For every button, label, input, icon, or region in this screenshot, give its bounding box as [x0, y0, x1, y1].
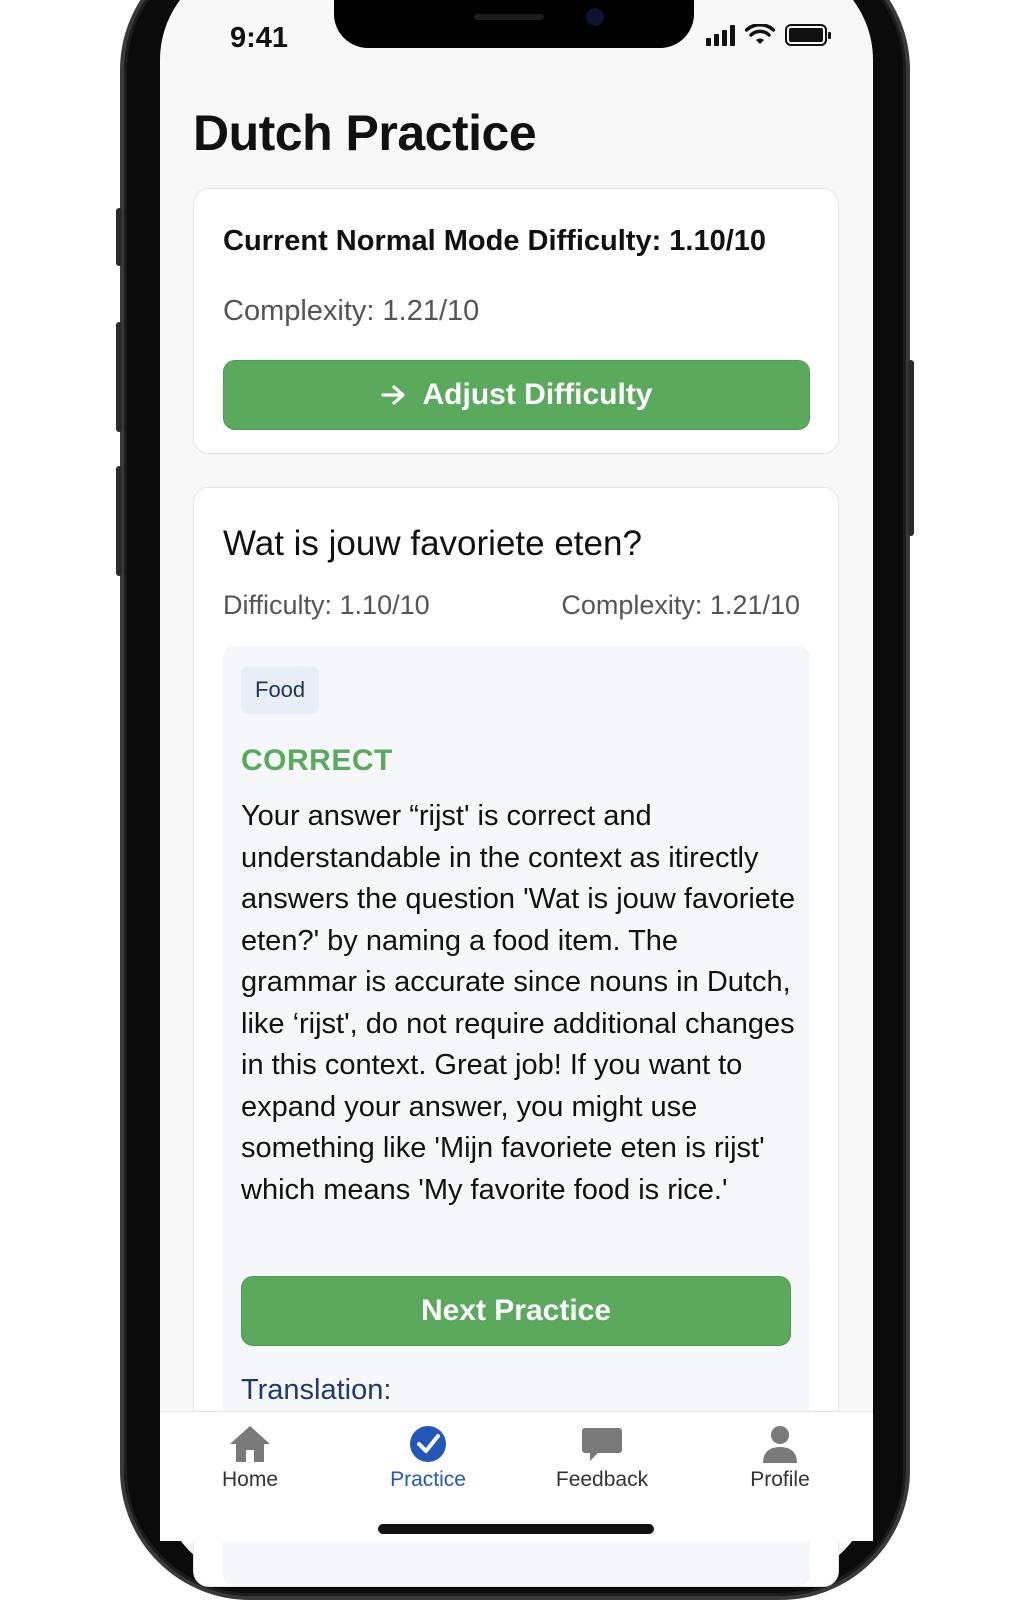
page-title: Dutch Practice: [193, 105, 537, 161]
battery-icon: [785, 24, 831, 46]
volume-down-button: [116, 466, 122, 576]
notch: [334, 0, 694, 48]
verdict-label: CORRECT: [241, 744, 393, 777]
tab-home-label: Home: [221, 1468, 279, 1491]
tab-practice[interactable]: Practice: [358, 1424, 498, 1492]
tab-feedback[interactable]: Feedback: [532, 1424, 672, 1492]
status-time: 9:41: [230, 22, 289, 54]
tab-feedback-label: Feedback: [555, 1468, 649, 1491]
check-circle-icon: [410, 1426, 446, 1462]
category-tag: Food: [241, 666, 320, 714]
complexity-value: Complexity: 1.21/10: [223, 295, 480, 327]
volume-up-button: [116, 322, 122, 432]
tab-profile-label: Profile: [750, 1468, 810, 1491]
difficulty-card: Current Normal Mode Difficulty: 1.10/10 …: [193, 188, 839, 454]
person-icon: [763, 1426, 797, 1463]
front-camera: [586, 8, 604, 26]
question-text: Wat is jouw favoriete eten?: [223, 524, 642, 563]
tab-bar: Home Practice Feedback Profile: [160, 1411, 873, 1541]
feedback-text: Your answer “rijst' is correct and under…: [241, 800, 796, 1206]
arrow-right-icon: [380, 385, 405, 405]
next-practice-label: Next Practice: [420, 1294, 612, 1327]
cellular-signal-icon: [706, 24, 735, 46]
tab-home[interactable]: Home: [180, 1424, 320, 1492]
difficulty-heading: Current Normal Mode Difficulty: 1.10/10: [223, 225, 767, 257]
tab-profile[interactable]: Profile: [710, 1424, 850, 1492]
next-practice-button[interactable]: Next Practice: [241, 1276, 791, 1346]
translation-label: Translation:: [241, 1374, 392, 1406]
question-difficulty: Difficulty: 1.10/10: [223, 590, 430, 620]
wifi-icon: [745, 24, 775, 44]
home-icon: [230, 1426, 270, 1462]
tab-practice-label: Practice: [390, 1468, 466, 1491]
status-icons: [706, 24, 831, 46]
mute-switch: [116, 208, 122, 266]
adjust-difficulty-button[interactable]: Adjust Difficulty: [223, 360, 810, 430]
chat-bubble-icon: [582, 1428, 622, 1461]
question-complexity: Complexity: 1.21/10: [561, 590, 800, 620]
speaker-grille: [474, 14, 544, 20]
power-button: [908, 360, 914, 536]
home-indicator[interactable]: [378, 1524, 654, 1534]
adjust-difficulty-label: Adjust Difficulty: [422, 378, 653, 411]
